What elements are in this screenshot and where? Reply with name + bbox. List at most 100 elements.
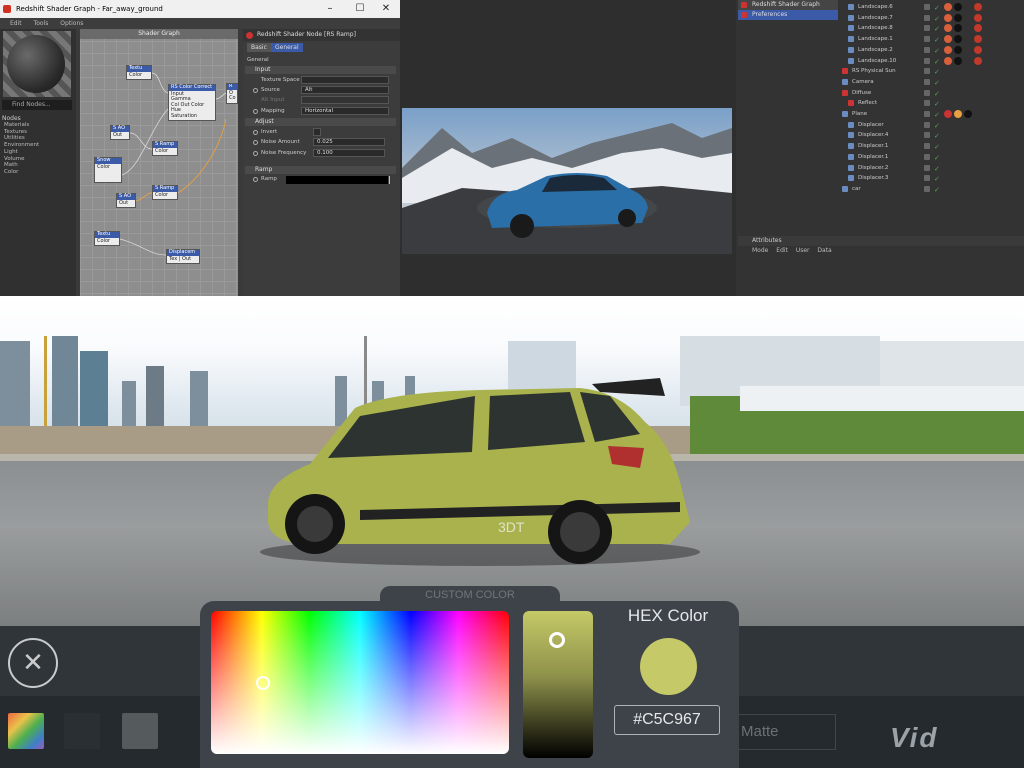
node-category-item[interactable]: Volume (4, 156, 39, 163)
enabled-check-icon[interactable]: ✓ (934, 46, 940, 56)
enabled-check-icon[interactable]: ✓ (934, 164, 940, 174)
enabled-check-icon[interactable]: ✓ (934, 14, 940, 24)
swatch-gray[interactable] (122, 713, 158, 749)
material-tag-icon[interactable] (974, 56, 982, 65)
node-category-item[interactable]: Light (4, 149, 39, 156)
node-category-item[interactable]: Utilities (4, 135, 39, 142)
material-tag-icon[interactable] (944, 13, 952, 22)
visibility-toggle[interactable] (924, 111, 930, 117)
invert-checkbox[interactable] (313, 128, 321, 136)
menu-tools[interactable]: Tools (34, 20, 49, 27)
object-row[interactable]: Reflect ✓ (840, 98, 1024, 109)
node-category-item[interactable]: Materials (4, 122, 39, 129)
visibility-toggle[interactable] (924, 185, 930, 192)
picker-handle[interactable] (256, 676, 270, 690)
node-category-item[interactable]: Color (4, 169, 39, 176)
visibility-toggle[interactable] (924, 57, 930, 64)
material-tag-icon[interactable] (954, 35, 962, 44)
material-tag-icon[interactable] (974, 24, 982, 33)
ramp-section[interactable]: Ramp (245, 166, 396, 174)
enabled-check-icon[interactable]: ✓ (934, 35, 940, 45)
node-category-item[interactable]: Environment (4, 142, 39, 149)
enabled-check-icon[interactable]: ✓ (934, 121, 940, 131)
source-dropdown[interactable]: Alt (301, 86, 389, 94)
enabled-check-icon[interactable]: ✓ (934, 89, 940, 99)
material-tag-icon[interactable] (944, 24, 952, 33)
alt-input-field[interactable] (301, 96, 389, 104)
enabled-check-icon[interactable]: ✓ (934, 67, 940, 77)
material-tag-icon[interactable] (964, 56, 972, 65)
object-row[interactable]: Displacer.2 ✓ (840, 163, 1024, 174)
visibility-toggle[interactable] (924, 143, 930, 150)
visibility-toggle[interactable] (924, 164, 930, 171)
object-row[interactable]: Landscape.7 ✓ (840, 13, 1024, 24)
object-row[interactable]: Landscape.2 ✓ (840, 45, 1024, 56)
visibility-toggle[interactable] (924, 4, 930, 10)
enabled-check-icon[interactable]: ✓ (934, 3, 940, 13)
enabled-check-icon[interactable]: ✓ (934, 110, 940, 120)
material-tag-icon[interactable] (964, 13, 972, 22)
visibility-toggle[interactable] (924, 132, 930, 139)
adjust-section[interactable]: Adjust (245, 118, 396, 126)
material-tag-icon[interactable] (944, 45, 952, 54)
material-tag-icon[interactable] (954, 45, 962, 54)
menu-item-preferences[interactable]: Preferences (738, 10, 838, 20)
visibility-toggle[interactable] (924, 25, 930, 32)
menu-edit[interactable]: Edit (10, 20, 22, 27)
menu-item-shader-graph-editor[interactable]: Redshift Shader Graph Editor (738, 0, 838, 18)
enabled-check-icon[interactable]: ✓ (934, 131, 940, 141)
object-row[interactable]: Landscape.10 ✓ (840, 56, 1024, 67)
object-row[interactable]: Displacer.4 ✓ (840, 130, 1024, 141)
material-tag-icon[interactable] (974, 3, 982, 11)
swatch-dark[interactable] (64, 713, 100, 749)
material-tag-icon[interactable] (954, 56, 962, 65)
enabled-check-icon[interactable]: ✓ (934, 57, 940, 67)
object-row[interactable]: RS Physical Sun ✓ (840, 66, 1024, 77)
material-tag-icon[interactable] (974, 45, 982, 54)
material-tag-icon[interactable] (964, 45, 972, 54)
material-tag-icon[interactable] (954, 13, 962, 22)
object-row[interactable]: Diffuse ✓ (840, 88, 1024, 99)
node-category-item[interactable]: Textures (4, 129, 39, 136)
animate-icon[interactable] (253, 140, 258, 145)
brightness-slider-handle[interactable] (549, 632, 565, 648)
tab-basic[interactable]: Basic (247, 43, 271, 52)
object-row[interactable]: Displacer ✓ (840, 120, 1024, 131)
object-row[interactable]: Landscape.1 ✓ (840, 34, 1024, 45)
menu-edit[interactable]: Edit (776, 247, 788, 254)
visibility-toggle[interactable] (924, 14, 930, 21)
menu-mode[interactable]: Mode (752, 247, 768, 254)
material-tag-icon[interactable] (944, 56, 952, 65)
object-row[interactable]: Plane ✓ (840, 109, 1024, 120)
material-tag-icon[interactable] (944, 35, 952, 44)
object-row[interactable]: Displacer.1 ✓ (840, 141, 1024, 152)
material-tag-icon[interactable] (964, 3, 972, 11)
object-row[interactable]: car ✓ (840, 184, 1024, 195)
enabled-check-icon[interactable]: ✓ (934, 142, 940, 152)
minimize-icon[interactable]: – (316, 0, 344, 18)
material-tag-icon[interactable] (974, 13, 982, 22)
object-row[interactable]: Landscape.6 ✓ (840, 2, 1024, 13)
input-section[interactable]: Input (245, 66, 396, 74)
material-tag-icon[interactable] (954, 3, 962, 11)
swatch-custom-color[interactable] (8, 713, 44, 749)
find-nodes-input[interactable]: Find Nodes... (2, 100, 72, 110)
visibility-toggle[interactable] (924, 68, 930, 75)
car-model[interactable]: 3DT (240, 372, 710, 572)
material-tag-icon[interactable] (944, 3, 952, 11)
material-tag-icon[interactable] (954, 110, 962, 118)
enabled-check-icon[interactable]: ✓ (934, 99, 940, 109)
material-tag-icon[interactable] (964, 35, 972, 44)
enabled-check-icon[interactable]: ✓ (934, 153, 940, 163)
enabled-check-icon[interactable]: ✓ (934, 24, 940, 34)
animate-icon[interactable] (253, 109, 258, 114)
noise-amount-field[interactable]: 0.025 (313, 138, 385, 146)
hex-value-field[interactable]: #C5C967 (614, 705, 720, 735)
animate-icon[interactable] (253, 177, 258, 182)
visibility-toggle[interactable] (924, 121, 930, 128)
visibility-toggle[interactable] (924, 89, 930, 96)
object-row[interactable]: Landscape.8 ✓ (840, 23, 1024, 34)
close-icon[interactable]: ✕ (372, 0, 400, 18)
material-tag-icon[interactable] (974, 35, 982, 44)
animate-icon[interactable] (253, 88, 258, 93)
